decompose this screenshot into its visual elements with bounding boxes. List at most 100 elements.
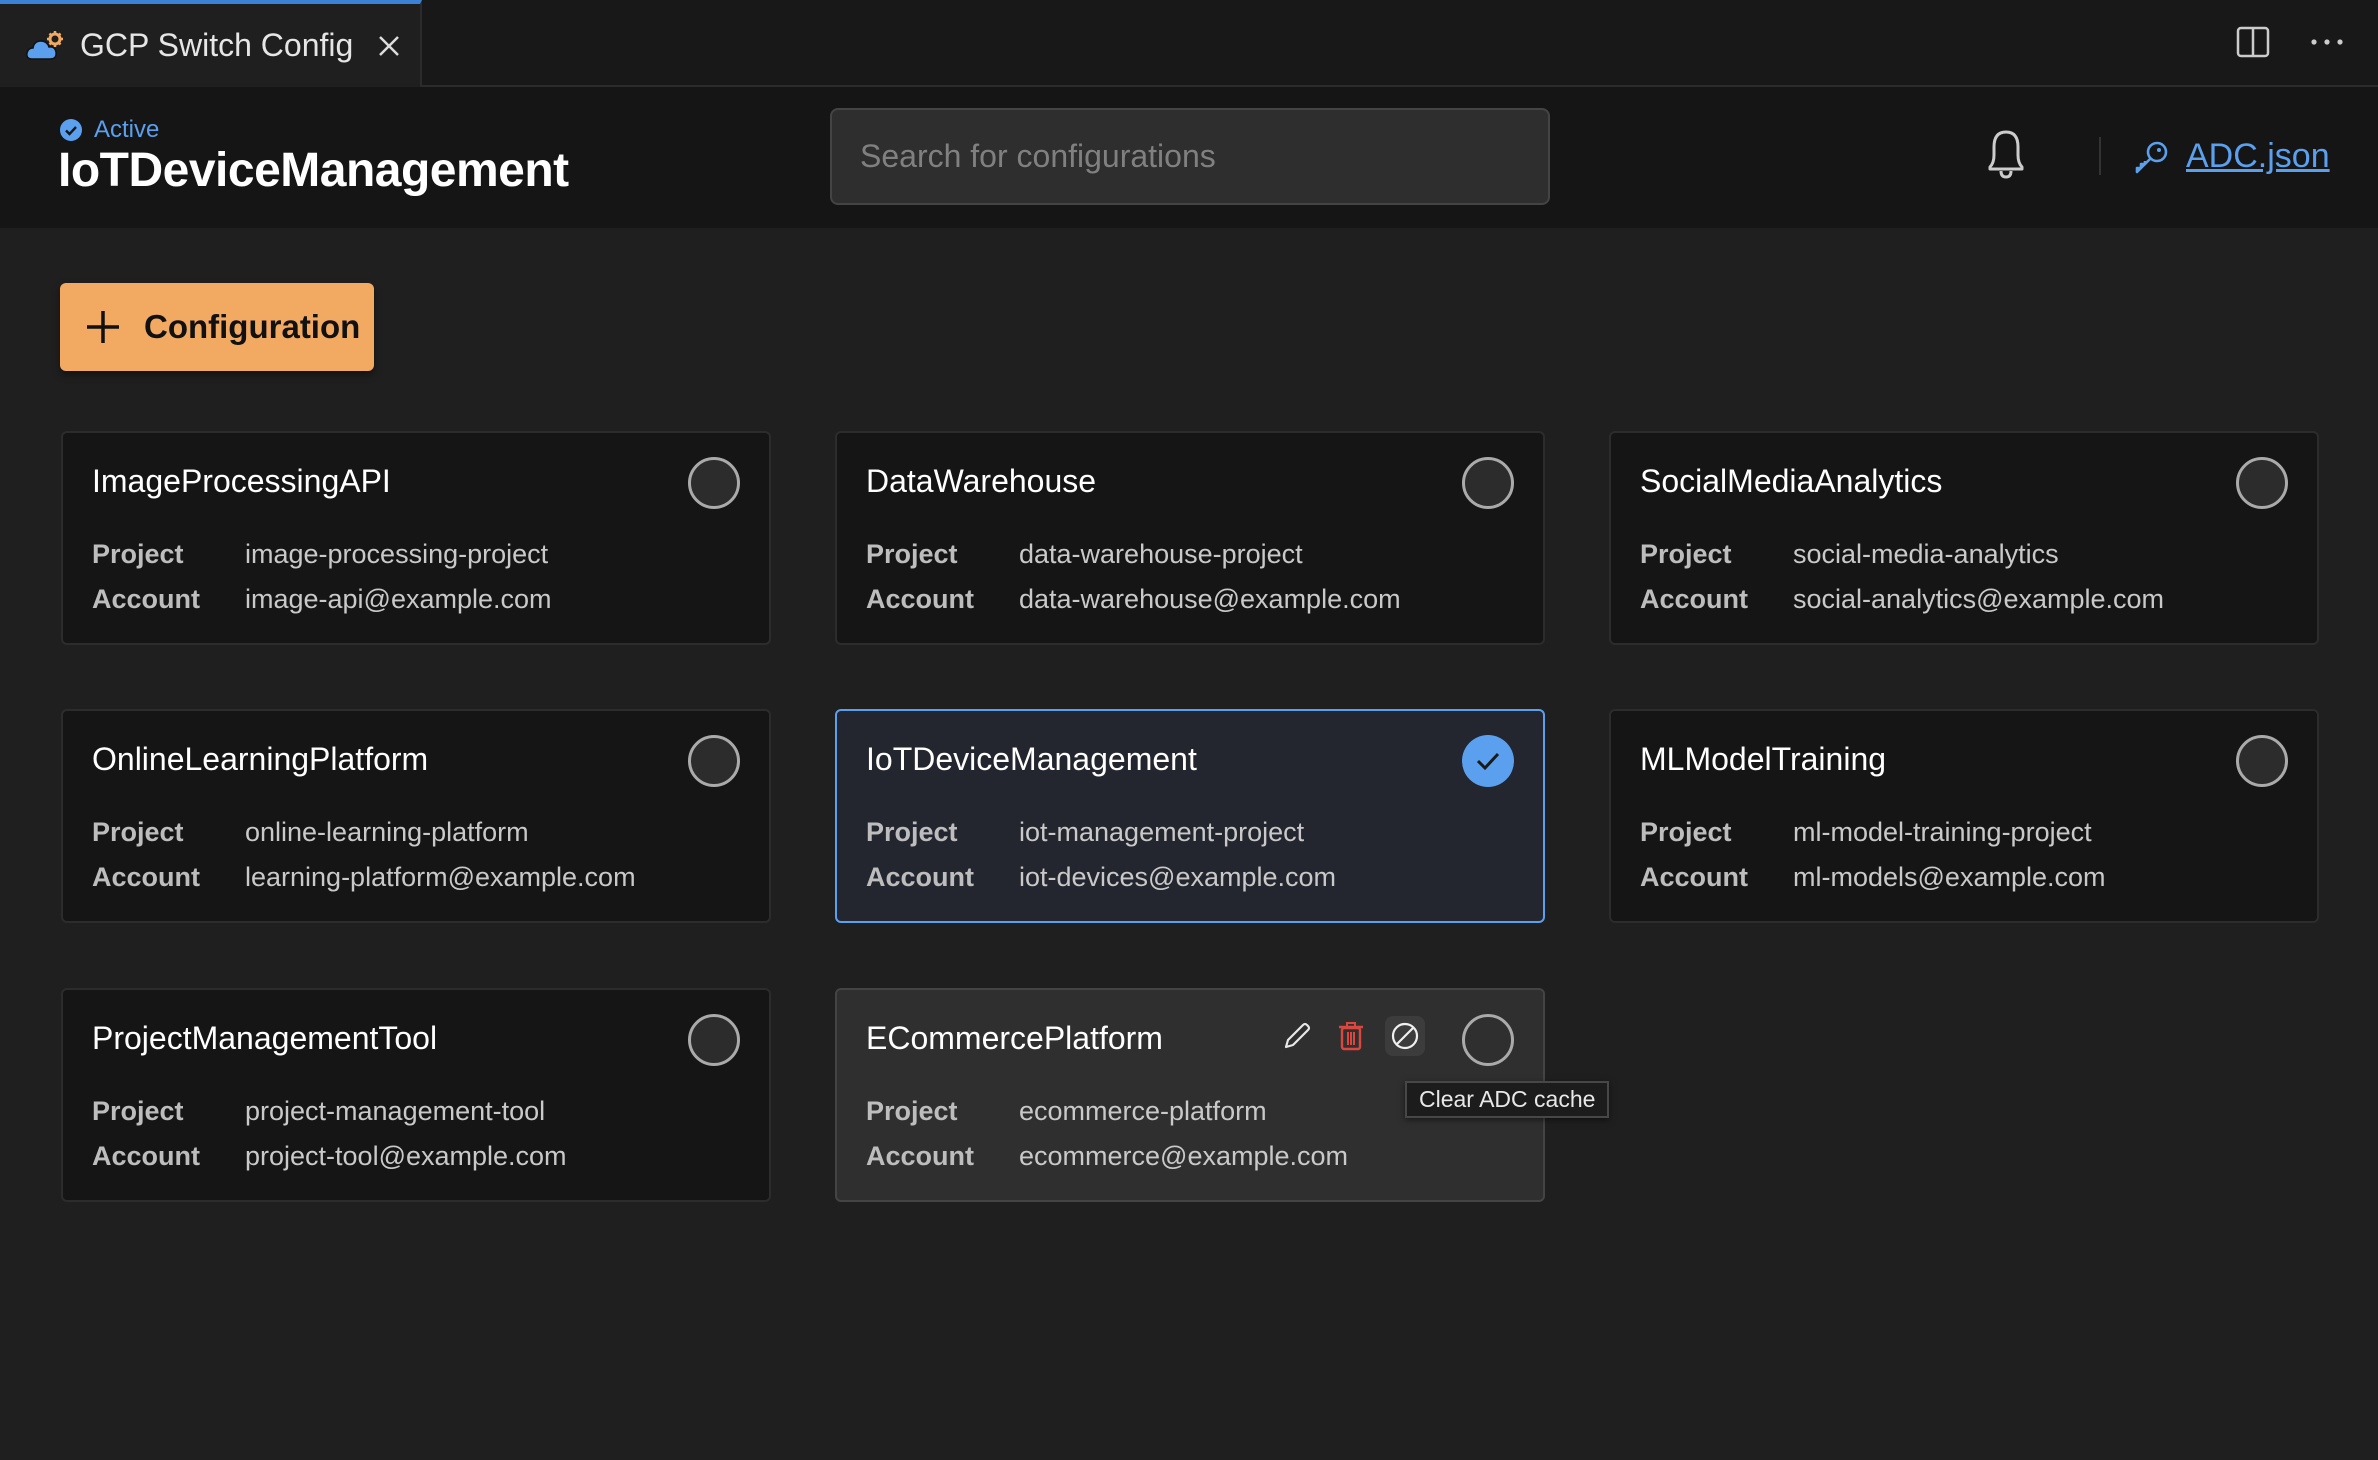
config-name: MLModelTraining (1640, 741, 1887, 777)
project-value: iot-management-project (1019, 817, 1305, 847)
account-value: social-analytics@example.com (1793, 584, 2165, 614)
bell-icon (1988, 130, 2024, 179)
project-label: Project (1640, 539, 1732, 569)
account-value: learning-platform@example.com (245, 862, 636, 892)
account-label: Account (866, 1141, 974, 1171)
check-circle-icon (60, 119, 82, 141)
account-value: data-warehouse@example.com (1019, 584, 1401, 614)
account-row: Account learning-platform@example.com (92, 862, 636, 893)
select-radio[interactable] (688, 457, 740, 509)
config-card[interactable]: IoTDeviceManagement Project iot-manageme… (835, 709, 1545, 923)
project-label: Project (92, 539, 184, 569)
selected-radio[interactable] (1462, 735, 1514, 787)
project-value: project-management-tool (245, 1096, 546, 1126)
trash-icon (1339, 1022, 1363, 1051)
config-card[interactable]: MLModelTraining Project ml-model-trainin… (1609, 709, 2319, 923)
project-label: Project (866, 539, 958, 569)
account-row: Account project-tool@example.com (92, 1141, 567, 1172)
account-row: Account data-warehouse@example.com (866, 584, 1401, 615)
config-card[interactable]: ProjectManagementTool Project project-ma… (61, 988, 771, 1202)
config-name: ProjectManagementTool (92, 1020, 438, 1056)
project-row: Project ml-model-training-project (1640, 817, 2092, 848)
active-status: Active (60, 116, 159, 144)
project-label: Project (92, 1096, 184, 1126)
select-radio[interactable] (688, 1014, 740, 1066)
account-row: Account social-analytics@example.com (1640, 584, 2164, 615)
config-card[interactable]: ImageProcessingAPI Project image-process… (61, 431, 771, 645)
project-value: social-media-analytics (1793, 539, 2059, 569)
header: Active IoTDeviceManagement ADC.json (0, 87, 2378, 228)
account-value: project-tool@example.com (245, 1141, 567, 1171)
account-label: Account (1640, 862, 1748, 892)
active-label: Active (94, 116, 160, 143)
config-name: DataWarehouse (866, 463, 1097, 499)
account-value: ml-models@example.com (1793, 862, 2106, 892)
account-row: Account image-api@example.com (92, 584, 552, 615)
clear-adc-cache-button[interactable] (1385, 1016, 1425, 1056)
project-value: ecommerce-platform (1019, 1096, 1267, 1126)
add-configuration-button[interactable]: Configuration (60, 283, 374, 371)
adc-json-label[interactable]: ADC.json (2186, 137, 2330, 176)
split-editor-button[interactable] (2236, 26, 2270, 58)
account-label: Account (866, 862, 974, 892)
account-row: Account ml-models@example.com (1640, 862, 2106, 893)
account-label: Account (92, 1141, 200, 1171)
config-name: ECommercePlatform (866, 1020, 1163, 1056)
account-value: iot-devices@example.com (1019, 862, 1337, 892)
select-radio[interactable] (688, 735, 740, 787)
project-value: data-warehouse-project (1019, 539, 1303, 569)
select-radio[interactable] (2236, 735, 2288, 787)
notifications-button[interactable] (1982, 127, 2030, 188)
clear-cache-icon (1391, 1022, 1419, 1050)
account-row: Account ecommerce@example.com (866, 1141, 1348, 1172)
key-icon (2135, 141, 2168, 173)
account-value: ecommerce@example.com (1019, 1141, 1349, 1171)
select-radio[interactable] (2236, 457, 2288, 509)
config-card[interactable]: SocialMediaAnalytics Project social-medi… (1609, 431, 2319, 645)
edit-button[interactable] (1277, 1016, 1317, 1056)
search-input[interactable] (830, 108, 1550, 205)
adc-json-link[interactable]: ADC.json (2134, 137, 2330, 176)
close-icon[interactable] (375, 32, 403, 60)
plus-icon (87, 311, 119, 343)
active-config-title: IoTDeviceManagement (58, 144, 569, 197)
project-row: Project ecommerce-platform (866, 1096, 1267, 1127)
project-row: Project project-management-tool (92, 1096, 545, 1127)
config-name: IoTDeviceManagement (866, 741, 1197, 777)
project-value: image-processing-project (245, 539, 549, 569)
delete-button[interactable] (1331, 1016, 1371, 1056)
project-label: Project (866, 1096, 958, 1126)
account-label: Account (1640, 584, 1748, 614)
account-label: Account (866, 584, 974, 614)
check-icon (1476, 752, 1500, 771)
select-radio[interactable] (1462, 457, 1514, 509)
account-row: Account iot-devices@example.com (866, 862, 1336, 893)
account-label: Account (92, 862, 200, 892)
clear-adc-cache-tooltip: Clear ADC cache (1405, 1081, 1610, 1118)
project-row: Project image-processing-project (92, 539, 548, 570)
split-editor-icon (2236, 26, 2270, 58)
project-row: Project data-warehouse-project (866, 539, 1303, 570)
more-actions-icon (2311, 39, 2343, 45)
project-label: Project (92, 817, 184, 847)
tab-title: GCP Switch Config (80, 27, 354, 63)
account-value: image-api@example.com (245, 584, 552, 614)
project-row: Project iot-management-project (866, 817, 1304, 848)
account-label: Account (92, 584, 200, 614)
project-label: Project (1640, 817, 1732, 847)
config-card[interactable]: DataWarehouse Project data-warehouse-pro… (835, 431, 1545, 645)
project-value: online-learning-platform (245, 817, 529, 847)
tab-gcp-switch-config[interactable]: GCP Switch Config (0, 0, 422, 87)
project-label: Project (866, 817, 958, 847)
editor-tab-bar: GCP Switch Config (0, 0, 2378, 87)
project-value: ml-model-training-project (1793, 817, 2092, 847)
select-radio[interactable] (1462, 1014, 1514, 1066)
cloud-gear-icon (26, 30, 63, 60)
more-actions-button[interactable] (2310, 37, 2344, 47)
project-row: Project social-media-analytics (1640, 539, 2059, 570)
header-divider (2099, 137, 2101, 175)
config-name: OnlineLearningPlatform (92, 741, 429, 777)
config-name: SocialMediaAnalytics (1640, 463, 1943, 499)
config-card[interactable]: OnlineLearningPlatform Project online-le… (61, 709, 771, 923)
add-configuration-label: Configuration (144, 308, 361, 345)
